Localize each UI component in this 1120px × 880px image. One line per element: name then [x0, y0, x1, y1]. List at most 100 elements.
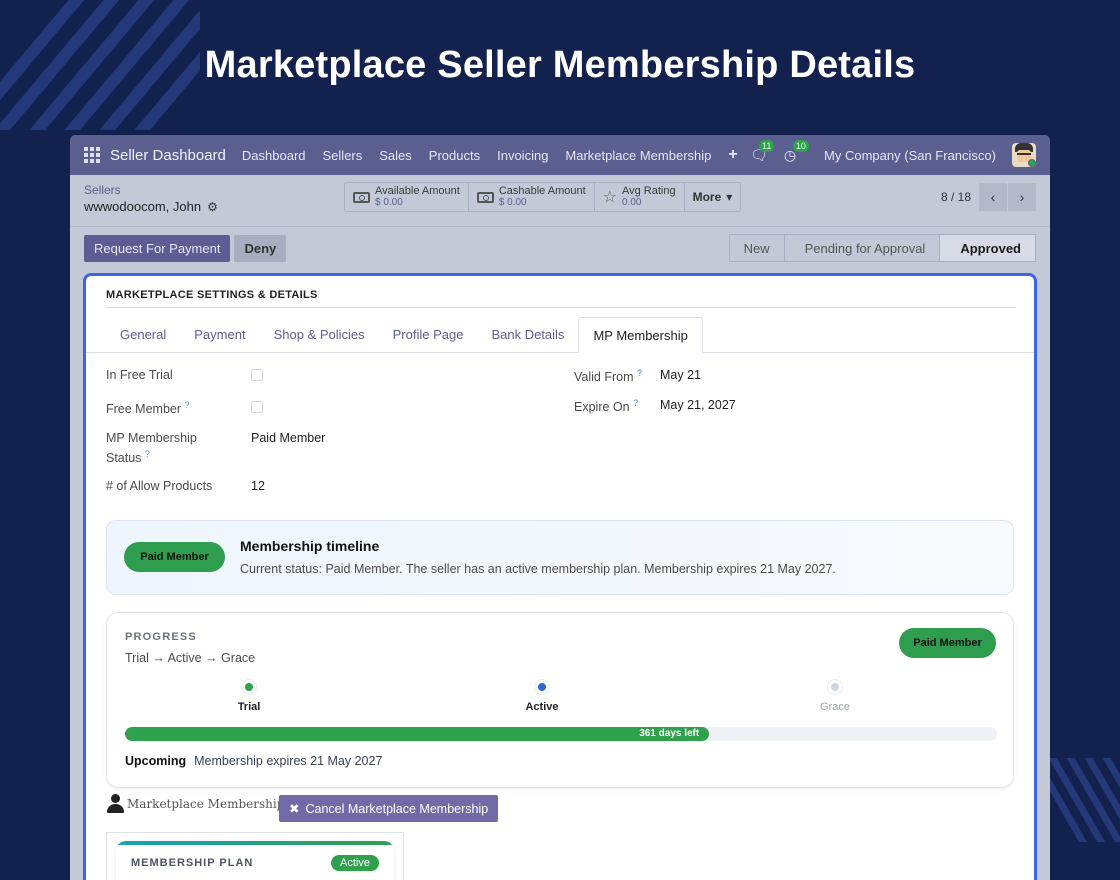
mp-status-value: Paid Member [251, 431, 326, 445]
menu-add-icon[interactable]: + [728, 146, 737, 164]
stat-value: $ 0.00 [375, 197, 403, 208]
top-navbar: Seller Dashboard Dashboard Sellers Sales… [70, 135, 1050, 175]
step-grace: Grace [795, 683, 875, 713]
plan-card-title: MEMBERSHIP PLAN [131, 857, 254, 869]
activities-clock-icon[interactable]: ◷ 10 [784, 139, 809, 164]
notebook-tabs: General Payment Shop & Policies Profile … [86, 317, 1034, 353]
breadcrumb-current: wwwodoocom, John [84, 199, 202, 214]
in-free-trial-checkbox[interactable] [251, 369, 263, 381]
membership-plan-card: MEMBERSHIP PLAN Active [116, 841, 394, 880]
membership-plan-container: MEMBERSHIP PLAN Active [106, 832, 404, 880]
breadcrumb-parent[interactable]: Sellers [84, 183, 218, 197]
expire-on-value: May 21, 2027 [660, 398, 736, 412]
available-amount-button[interactable]: Available Amount $ 0.00 [345, 183, 469, 211]
stat-value: 0.00 [622, 197, 642, 208]
menu-sales[interactable]: Sales [379, 148, 412, 163]
pager-value[interactable]: 8 / 18 [941, 190, 971, 204]
upcoming-row: Upcoming Membership expires 21 May 2027 [125, 754, 382, 768]
star-icon: ☆ [602, 189, 617, 206]
progress-bar-fill: 361 days left [125, 727, 710, 741]
tab-shop-policies[interactable]: Shop & Policies [260, 317, 379, 352]
pager-previous-button[interactable]: ‹ [979, 183, 1007, 211]
help-tooltip-icon[interactable]: ? [637, 368, 642, 378]
step-dot [831, 683, 839, 691]
upcoming-text: Membership expires 21 May 2027 [194, 754, 383, 768]
breadcrumb-current-wrap: wwwodoocom, John ⚙ [84, 199, 218, 214]
gear-icon[interactable]: ⚙ [207, 200, 218, 214]
step-active: Active [502, 683, 582, 713]
step-trial: Trial [209, 683, 289, 713]
days-left-label: 361 days left [639, 728, 700, 739]
active-badge: Active [331, 855, 379, 871]
tab-bank-details[interactable]: Bank Details [477, 317, 578, 352]
breadcrumb: Sellers wwwodoocom, John ⚙ [84, 183, 218, 214]
cashable-amount-button[interactable]: Cashable Amount $ 0.00 [469, 183, 595, 211]
timeline-title: Membership timeline [240, 538, 380, 554]
user-avatar[interactable] [1012, 143, 1036, 167]
mp-status-label-line2: Status [106, 451, 142, 466]
company-switcher[interactable]: My Company (San Francisco) [824, 148, 996, 163]
request-for-payment-button[interactable]: Request For Payment [84, 235, 231, 262]
mp-status-label-line2-wrap: Status ? [106, 449, 150, 465]
activities-count-badge: 10 [792, 139, 809, 152]
app-brand[interactable]: Seller Dashboard [110, 147, 226, 164]
valid-from-value: May 21 [660, 368, 701, 382]
decorative-stripes-bottom-right [1045, 758, 1120, 842]
menu-sellers[interactable]: Sellers [323, 148, 363, 163]
menu-products[interactable]: Products [429, 148, 480, 163]
deny-button[interactable]: Deny [234, 235, 287, 262]
valid-from-label-wrap: Valid From ? [574, 368, 642, 384]
status-pending-approval[interactable]: Pending for Approval [783, 235, 940, 261]
expire-on-label-wrap: Expire On ? [574, 398, 638, 414]
step-dot [538, 683, 546, 691]
step-name: Active [525, 701, 559, 713]
progress-card: PROGRESS Trial → Active → Grace Paid Mem… [106, 612, 1014, 788]
apps-grid-icon[interactable] [84, 147, 100, 163]
close-icon: ✖ [289, 802, 300, 816]
free-member-checkbox[interactable] [251, 401, 263, 413]
form-action-bar: Request For Payment Deny [84, 235, 287, 262]
form-sheet: MARKETPLACE SETTINGS & DETAILS General P… [83, 273, 1037, 880]
status-new[interactable]: New [730, 235, 784, 261]
pager-next-button[interactable]: › [1008, 183, 1036, 211]
allow-products-value: 12 [251, 479, 265, 493]
more-dropdown[interactable]: More ▾ [685, 183, 741, 211]
expire-on-label: Expire On [574, 400, 630, 415]
cancel-label: Cancel Marketplace Membership [305, 801, 489, 816]
menu-marketplace-membership[interactable]: Marketplace Membership [565, 148, 711, 163]
in-free-trial-label: In Free Trial [106, 368, 173, 382]
status-bar: New Pending for Approval Approved [728, 234, 1036, 262]
step-name: Grace [820, 701, 850, 713]
cancel-membership-button[interactable]: ✖ Cancel Marketplace Membership [279, 795, 499, 822]
help-tooltip-icon[interactable]: ? [185, 400, 190, 410]
stat-buttons: Available Amount $ 0.00 Cashable Amount $ … [344, 182, 742, 212]
menu-invoicing[interactable]: Invoicing [497, 148, 548, 163]
messages-icon[interactable]: 🗨 11 [750, 139, 775, 164]
pager: 8 / 18 ‹ › [941, 183, 1036, 211]
avg-rating-button[interactable]: ☆ Avg Rating 0.00 [595, 183, 685, 211]
progress-bar: 361 days left [125, 727, 997, 741]
status-badge: Paid Member [124, 542, 225, 572]
upcoming-label: Upcoming [125, 754, 187, 768]
help-tooltip-icon[interactable]: ? [633, 398, 638, 408]
progress-label: PROGRESS [125, 631, 197, 643]
status-badge: Paid Member [899, 628, 996, 658]
section-title: MARKETPLACE SETTINGS & DETAILS [106, 289, 1016, 308]
help-tooltip-icon[interactable]: ? [145, 449, 150, 459]
progress-flow: Trial → Active → Grace [125, 651, 256, 665]
tab-profile-page[interactable]: Profile Page [379, 317, 478, 352]
menu-dashboard[interactable]: Dashboard [242, 148, 306, 163]
money-icon [476, 191, 494, 203]
page-title: Marketplace Seller Membership Details [204, 44, 916, 86]
tab-general[interactable]: General [106, 317, 180, 352]
more-label: More [692, 190, 722, 204]
tab-payment[interactable]: Payment [180, 317, 259, 352]
membership-timeline-card: Paid Member Membership timeline Current … [106, 520, 1014, 595]
timeline-description: Current status: Paid Member. The seller … [240, 562, 836, 576]
tab-mp-membership[interactable]: MP Membership [578, 317, 703, 353]
stat-label: Avg Rating [622, 185, 676, 197]
stat-value: $ 0.00 [498, 197, 527, 208]
valid-from-label: Valid From [574, 370, 634, 385]
stat-label: Available Amount [375, 185, 460, 197]
status-approved[interactable]: Approved [939, 235, 1035, 261]
